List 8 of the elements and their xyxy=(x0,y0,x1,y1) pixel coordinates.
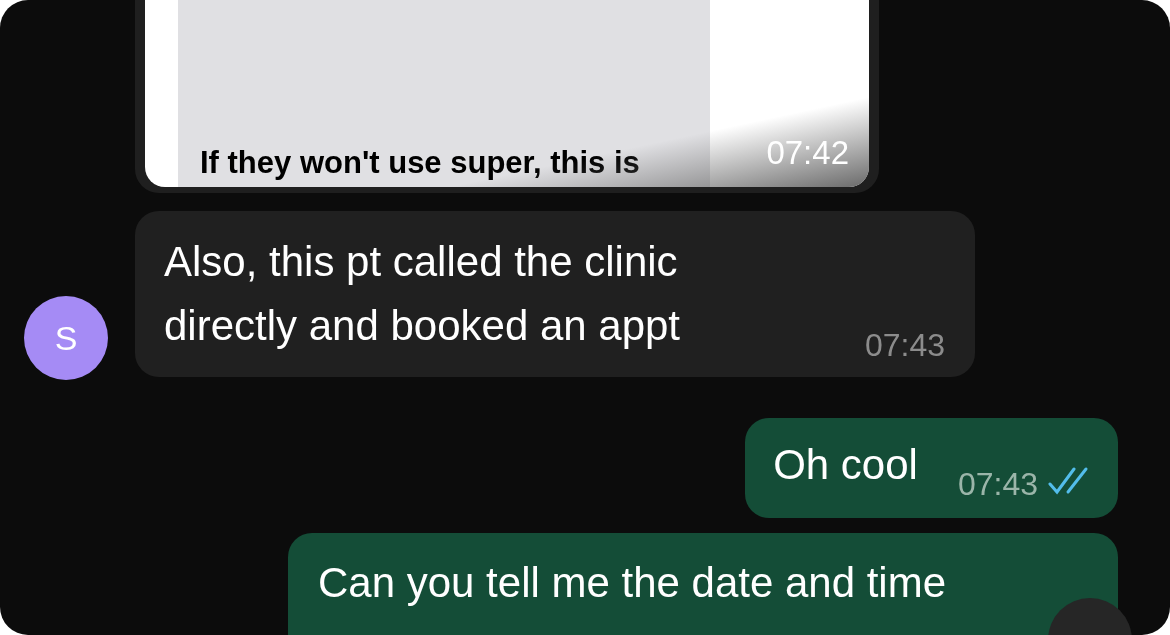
document-preview[interactable]: If they won't use super, this is 07:42 xyxy=(145,0,869,187)
message-time: 07:43 xyxy=(957,468,1038,500)
document-text: If they won't use super, this is xyxy=(200,144,640,182)
message-time: 07:43 xyxy=(864,329,945,361)
message-text: Oh cool xyxy=(773,440,918,490)
message-text: Can you tell me the date and time xyxy=(318,558,948,608)
message-time: 07:42 xyxy=(766,136,849,169)
message-text: Also, this pt called the clinic directly and booked an appt xyxy=(164,237,681,351)
